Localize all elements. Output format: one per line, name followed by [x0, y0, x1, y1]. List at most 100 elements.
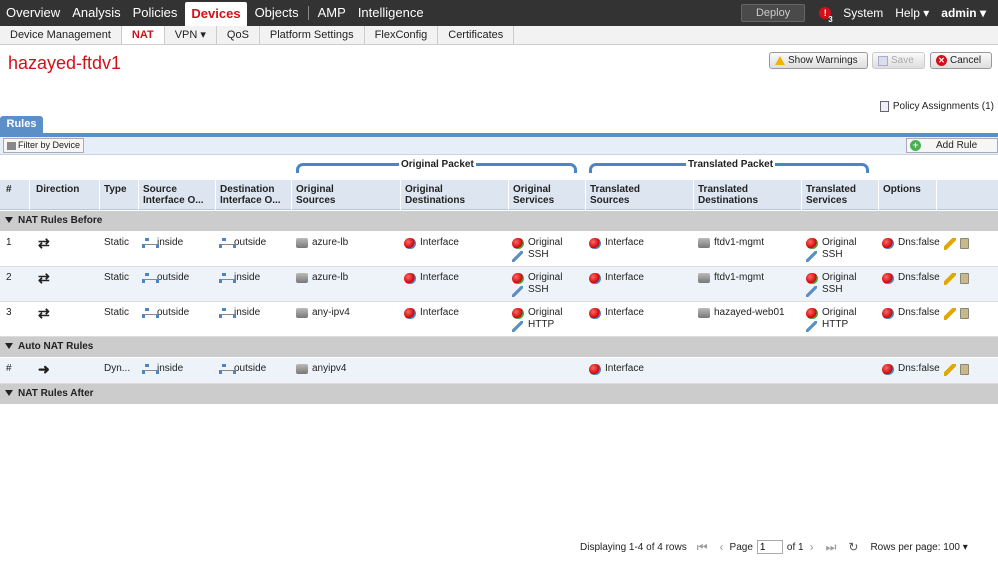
- nav-intelligence[interactable]: Intelligence: [352, 0, 430, 26]
- help-menu[interactable]: Help ▾: [895, 6, 929, 20]
- section-nat-rules-before[interactable]: NAT Rules Before: [0, 211, 998, 231]
- cancel-button[interactable]: ✕ Cancel: [930, 52, 992, 69]
- host-icon: [296, 308, 308, 318]
- original-destination-value: Interface: [420, 307, 459, 318]
- deploy-button[interactable]: Deploy: [740, 4, 806, 22]
- tab-nat[interactable]: NAT: [121, 26, 165, 44]
- original-service: Original HTTP: [512, 307, 562, 332]
- page-number-input[interactable]: [756, 540, 783, 554]
- main-nav: Overview Analysis Policies Devices Objec…: [0, 0, 430, 26]
- options-value: Dns:false: [898, 363, 940, 374]
- original-service-value: Original SSH: [528, 237, 562, 262]
- edit-icon[interactable]: [944, 364, 956, 376]
- nav-amp[interactable]: AMP: [312, 0, 352, 26]
- unidirectional-arrow-icon: ➜: [38, 361, 50, 377]
- source-interface-value: outside: [157, 307, 190, 318]
- edit-icon[interactable]: [944, 273, 956, 285]
- show-warnings-button[interactable]: Show Warnings: [769, 52, 868, 69]
- section-label: NAT Rules Before: [18, 215, 103, 226]
- wrench-icon: [806, 286, 817, 297]
- tab-rules[interactable]: Rules: [0, 116, 43, 133]
- col-label: Source: [143, 184, 177, 195]
- table-row[interactable]: # ➜ Dyn... inside outside anyipv4 Interf…: [0, 358, 998, 384]
- translated-source-value: Interface: [605, 363, 644, 374]
- col-type[interactable]: Type: [100, 180, 139, 210]
- translated-destination: ftdv1-mgmt: [698, 237, 764, 249]
- col-number[interactable]: #: [2, 180, 30, 210]
- page-count: of 1: [786, 541, 804, 553]
- filter-bar: Filter by Device + Add Rule: [0, 137, 998, 155]
- nav-devices[interactable]: Devices: [185, 2, 247, 26]
- col-destination-interface[interactable]: Destination Interface O...: [216, 180, 292, 210]
- col-original-destinations[interactable]: Original Destinations: [401, 180, 509, 210]
- destination-interface-value: inside: [234, 307, 261, 318]
- delete-icon[interactable]: [960, 364, 969, 375]
- destination-interface: outside: [219, 363, 266, 375]
- original-service-value: Original HTTP: [528, 307, 562, 332]
- next-page-icon[interactable]: ›: [810, 540, 814, 554]
- prev-page-icon[interactable]: ‹: [720, 540, 724, 554]
- tab-certificates[interactable]: Certificates: [438, 26, 515, 44]
- refresh-icon[interactable]: ↻: [848, 540, 858, 554]
- first-page-icon[interactable]: ⏮: [697, 540, 708, 555]
- tab-device-management[interactable]: Device Management: [0, 26, 122, 44]
- section-auto-nat-rules[interactable]: Auto NAT Rules: [0, 337, 998, 357]
- original-service-value: Original SSH: [528, 272, 562, 297]
- nav-policies[interactable]: Policies: [127, 0, 184, 26]
- original-service: Original SSH: [512, 237, 562, 262]
- warning-icon: [775, 56, 785, 65]
- col-translated-services[interactable]: Translated Services: [802, 180, 879, 210]
- col-translated-sources[interactable]: Translated Sources: [586, 180, 694, 210]
- translated-source-value: Interface: [605, 237, 644, 248]
- policy-assignments-link[interactable]: Policy Assignments (1): [879, 101, 994, 112]
- translated-service-line1: Original: [822, 307, 857, 318]
- col-label-2: Interface O...: [220, 195, 281, 206]
- original-packet-label: Original Packet: [399, 159, 476, 170]
- bidirectional-arrows-icon: ⇄: [38, 305, 50, 321]
- col-original-sources[interactable]: Original Sources: [292, 180, 401, 210]
- delete-icon[interactable]: [960, 273, 969, 284]
- delete-icon[interactable]: [960, 308, 969, 319]
- last-page-icon[interactable]: ⏭: [826, 540, 837, 555]
- table-row[interactable]: 3 ⇄ Static outside inside any-ipv4 Inter…: [0, 302, 998, 337]
- nav-objects[interactable]: Objects: [249, 0, 305, 26]
- nav-analysis[interactable]: Analysis: [66, 0, 126, 26]
- col-original-services[interactable]: Original Services: [509, 180, 586, 210]
- col-label-2: Services: [806, 195, 848, 206]
- rule-type: Static: [104, 307, 130, 318]
- edit-icon[interactable]: [944, 308, 956, 320]
- tab-qos[interactable]: QoS: [217, 26, 260, 44]
- rows-per-page-select[interactable]: Rows per page: 100 ▾: [870, 542, 967, 553]
- wrench-icon: [512, 251, 523, 262]
- translated-service-line2: HTTP: [822, 319, 849, 330]
- translated-service-line2: SSH: [822, 284, 843, 295]
- original-service-line1: Original: [528, 237, 563, 248]
- col-translated-destinations[interactable]: Translated Destinations: [694, 180, 802, 210]
- user-menu[interactable]: admin ▾: [941, 6, 986, 20]
- bidirectional-arrows-icon: ⇄: [38, 235, 50, 251]
- original-service-line2: SSH: [528, 249, 549, 260]
- edit-icon[interactable]: [944, 238, 956, 250]
- translated-service-value: Original SSH: [822, 272, 856, 297]
- delete-icon[interactable]: [960, 238, 969, 249]
- table-row[interactable]: 1 ⇄ Static inside outside azure-lb Inter…: [0, 232, 998, 267]
- filter-by-device-button[interactable]: Filter by Device: [3, 138, 85, 153]
- system-menu[interactable]: System: [843, 6, 883, 20]
- alert-count: 3: [828, 15, 833, 24]
- save-button[interactable]: Save: [872, 52, 925, 69]
- section-nat-rules-after[interactable]: NAT Rules After: [0, 384, 998, 404]
- tab-platform-settings[interactable]: Platform Settings: [260, 26, 365, 44]
- tab-vpn[interactable]: VPN ▾: [165, 26, 217, 44]
- alert-icon[interactable]: ! 3: [819, 7, 833, 24]
- col-options[interactable]: Options: [879, 180, 937, 210]
- col-source-interface[interactable]: Source Interface O...: [139, 180, 216, 210]
- tab-flexconfig[interactable]: FlexConfig: [365, 26, 439, 44]
- dns-icon: [882, 238, 894, 249]
- service-icons: [512, 272, 524, 297]
- col-label-2: Destinations: [405, 195, 466, 206]
- table-row[interactable]: 2 ⇄ Static outside inside azure-lb Inter…: [0, 267, 998, 302]
- rule-type: Dyn...: [104, 363, 131, 374]
- add-rule-button[interactable]: + Add Rule: [906, 138, 998, 153]
- nav-overview[interactable]: Overview: [0, 0, 66, 26]
- col-direction[interactable]: Direction: [32, 180, 100, 210]
